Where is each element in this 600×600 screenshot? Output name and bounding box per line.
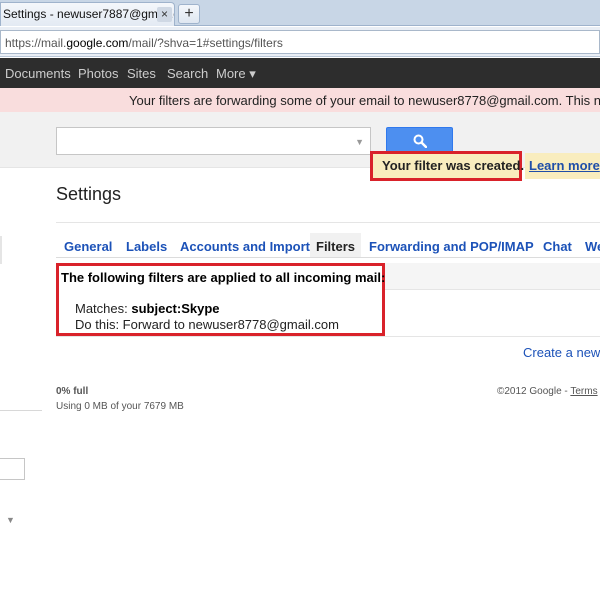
tab-forwarding-pop-imap[interactable]: Forwarding and POP/IMAP — [369, 233, 534, 257]
tabs-divider — [56, 257, 600, 258]
filter-list-divider — [56, 336, 600, 337]
tab-accounts-import[interactable]: Accounts and Import — [180, 233, 310, 257]
filter-matches[interactable]: Matches: subject:Skype — [75, 301, 220, 316]
tab-web-clips[interactable]: We — [585, 233, 600, 257]
gbar-more[interactable]: More ▾ — [216, 66, 256, 82]
tab-chat[interactable]: Chat — [543, 233, 572, 257]
sidebar-input[interactable] — [0, 458, 25, 480]
gbar-documents[interactable]: Documents — [5, 66, 71, 81]
address-bar[interactable]: https://mail.google.com/mail/?shva=1#set… — [0, 30, 600, 54]
browser-tab-bar: Settings - newuser7887@gmail.c... × + — [0, 0, 600, 26]
settings-tabs: General Labels Accounts and Import Filte… — [56, 233, 600, 257]
filter-list-highlight: The following filters are applied to all… — [56, 263, 385, 336]
tab-labels[interactable]: Labels — [126, 233, 167, 257]
address-bar-area: https://mail.google.com/mail/?shva=1#set… — [0, 27, 600, 57]
copyright-text: ©2012 Google - — [497, 386, 571, 397]
storage-percent: 0% full — [56, 386, 89, 397]
search-icon — [413, 134, 427, 148]
footer-copyright: ©2012 Google - Terms — [497, 386, 598, 397]
gbar-sites[interactable]: Sites — [127, 66, 156, 81]
create-filter-link[interactable]: Create a new f — [523, 345, 600, 360]
tab-close-icon[interactable]: × — [157, 7, 172, 22]
url-domain: google.com — [66, 36, 129, 50]
search-options-caret-icon[interactable]: ▼ — [355, 137, 364, 147]
search-input[interactable]: ▼ — [56, 127, 371, 155]
tab-general[interactable]: General — [64, 233, 112, 257]
storage-detail: Using 0 MB of your 7679 MB — [56, 401, 184, 412]
google-bar: Documents Photos Sites Search More ▾ — [0, 58, 600, 88]
new-tab-button[interactable]: + — [178, 4, 200, 24]
url-prefix: https://mail. — [5, 36, 67, 50]
filter-header-row — [385, 263, 600, 290]
sidebar-edge — [0, 236, 2, 264]
filter-created-message: Your filter was created. — [370, 151, 524, 181]
terms-link[interactable]: Terms — [570, 386, 597, 397]
browser-tab[interactable]: Settings - newuser7887@gmail.c... × — [0, 2, 175, 26]
sidebar-caret-icon[interactable]: ▼ — [6, 515, 15, 525]
url-path: /mail/?shva=1#settings/filters — [128, 36, 283, 50]
gbar-photos[interactable]: Photos — [78, 66, 118, 81]
filter-action[interactable]: Do this: Forward to newuser8778@gmail.co… — [75, 317, 339, 332]
page-title: Settings — [56, 184, 122, 204]
learn-more-link[interactable]: Learn more — [525, 153, 600, 179]
gbar-search[interactable]: Search — [167, 66, 208, 81]
tab-filters[interactable]: Filters — [310, 233, 362, 257]
filter-matches-value: subject:Skype — [131, 301, 220, 316]
sidebar-divider — [0, 410, 42, 411]
browser-tab-title: Settings - newuser7887@gmail.c... — [3, 7, 175, 21]
title-divider — [56, 222, 600, 223]
forwarding-notice: Your filters are forwarding some of your… — [0, 88, 600, 112]
filter-list-heading: The following filters are applied to all… — [61, 270, 386, 285]
filter-matches-label: Matches: — [75, 301, 132, 316]
